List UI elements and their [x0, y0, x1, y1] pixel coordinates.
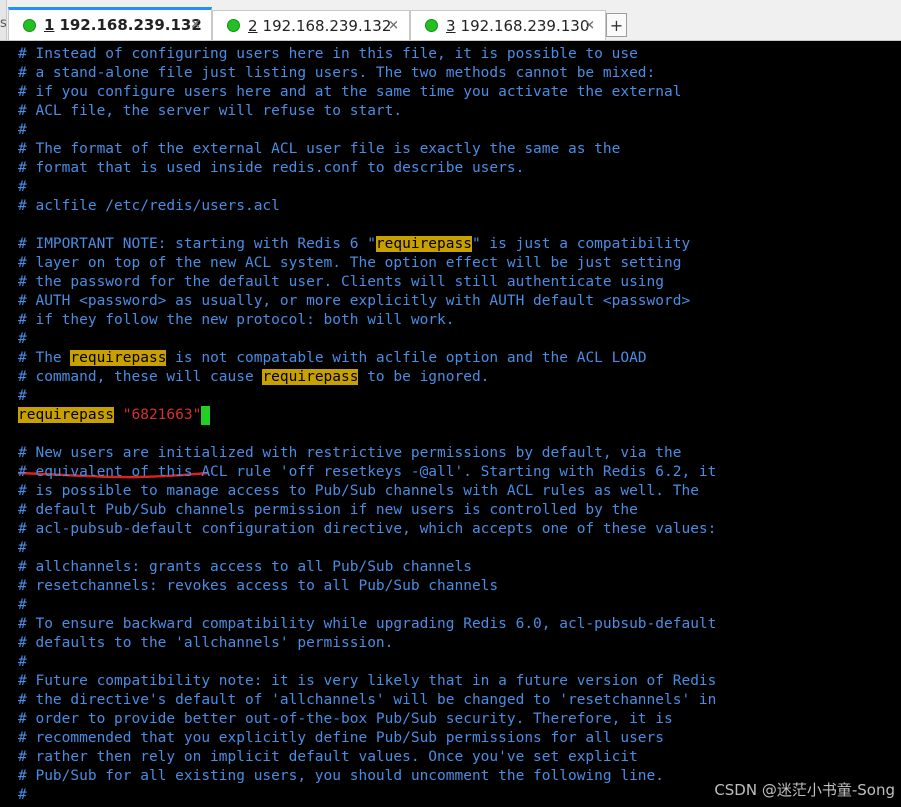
terminal-line: # equivalent of this ACL rule 'off reset…	[18, 464, 717, 480]
terminal-line: # AUTH <password> as usually, or more ex…	[18, 293, 691, 309]
left-scroll-strip[interactable]: s	[0, 0, 7, 40]
left-strip-glyph: s	[0, 16, 7, 31]
close-icon[interactable]: ✕	[190, 18, 201, 33]
terminal-line: # recommended that you explicitly define…	[18, 730, 665, 746]
csdn-watermark: CSDN @迷茫小书童-Song	[714, 781, 895, 799]
terminal-line: # Future compatibility note: it is very …	[18, 673, 717, 689]
terminal-line: # a stand-alone file just listing users.…	[18, 65, 656, 81]
terminal-line: # aclfile /etc/redis/users.acl	[18, 198, 280, 214]
terminal-line: # layer on top of the new ACL system. Th…	[18, 255, 682, 271]
tab-bar: s 1 192.168.239.132 ✕ 2 192.168.239.132 …	[0, 0, 901, 41]
tab-session-3[interactable]: 3 192.168.239.130 ✕	[410, 10, 606, 40]
terminal-line: # defaults to the 'allchannels' permissi…	[18, 635, 394, 651]
terminal-line: # To ensure backward compatibility while…	[18, 616, 717, 632]
tab-session-1[interactable]: 1 192.168.239.132 ✕	[8, 7, 212, 40]
terminal-area[interactable]: # Instead of configuring users here in t…	[0, 41, 901, 807]
terminal-line: #	[18, 787, 27, 803]
tab-host: 192.168.239.130	[460, 16, 590, 35]
terminal-line: # IMPORTANT NOTE: starting with Redis 6 …	[18, 236, 691, 252]
terminal-line: # the password for the default user. Cli…	[18, 274, 665, 290]
terminal-line: # format that is used inside redis.conf …	[18, 160, 525, 176]
terminal-line: #	[18, 179, 27, 195]
tab-number: 1	[44, 16, 55, 34]
search-highlight: requirepass	[70, 350, 167, 366]
tab-number: 2	[248, 16, 258, 35]
connected-status-icon	[227, 19, 240, 32]
close-icon[interactable]: ✕	[584, 18, 595, 33]
terminal-line: #	[18, 122, 27, 138]
terminal-line: # is possible to manage access to Pub/Su…	[18, 483, 699, 499]
search-highlight: requirepass	[262, 369, 359, 385]
tab-number: 3	[446, 16, 456, 35]
terminal-line: #	[18, 654, 27, 670]
tab-host: 192.168.239.132	[262, 16, 392, 35]
tab-session-2[interactable]: 2 192.168.239.132 ✕	[212, 10, 410, 40]
terminal-line: #	[18, 597, 27, 613]
connected-status-icon	[425, 19, 438, 32]
terminal-line: requirepass "6821663"	[18, 406, 211, 425]
terminal-line: # if you configure users here and at the…	[18, 84, 682, 100]
config-key: requirepass	[18, 407, 115, 423]
terminal-line: # The requirepass is not compatable with…	[18, 350, 647, 366]
terminal-line: # order to provide better out-of-the-box…	[18, 711, 673, 727]
terminal-line: # rather then rely on implicit default v…	[18, 749, 638, 765]
terminal-line: # New users are initialized with restric…	[18, 445, 682, 461]
terminal-line: # ACL file, the server will refuse to st…	[18, 103, 403, 119]
terminal-line: # Instead of configuring users here in t…	[18, 46, 638, 62]
terminal-line: # the directive's default of 'allchannel…	[18, 692, 717, 708]
terminal-line: # command, these will cause requirepass …	[18, 369, 490, 385]
terminal-line: # resetchannels: revokes access to all P…	[18, 578, 499, 594]
terminal-line: # if they follow the new protocol: both …	[18, 312, 455, 328]
terminal-line: # allchannels: grants access to all Pub/…	[18, 559, 472, 575]
search-highlight: requirepass	[375, 236, 472, 252]
config-value: "6821663"	[122, 407, 202, 423]
close-icon[interactable]: ✕	[388, 18, 399, 33]
terminal-line: # Pub/Sub for all existing users, you sh…	[18, 768, 665, 784]
terminal-line: # The format of the external ACL user fi…	[18, 141, 621, 157]
tab-host: 192.168.239.132	[59, 16, 202, 34]
terminal-line: #	[18, 540, 27, 556]
add-tab-button[interactable]: +	[606, 13, 627, 37]
terminal-line: #	[18, 388, 27, 404]
terminal-line: #	[18, 331, 27, 347]
connected-status-icon	[23, 18, 36, 32]
terminal-line: # acl-pubsub-default configuration direc…	[18, 521, 717, 537]
text-cursor	[201, 406, 211, 425]
terminal-line: # default Pub/Sub channels permission if…	[18, 502, 638, 518]
